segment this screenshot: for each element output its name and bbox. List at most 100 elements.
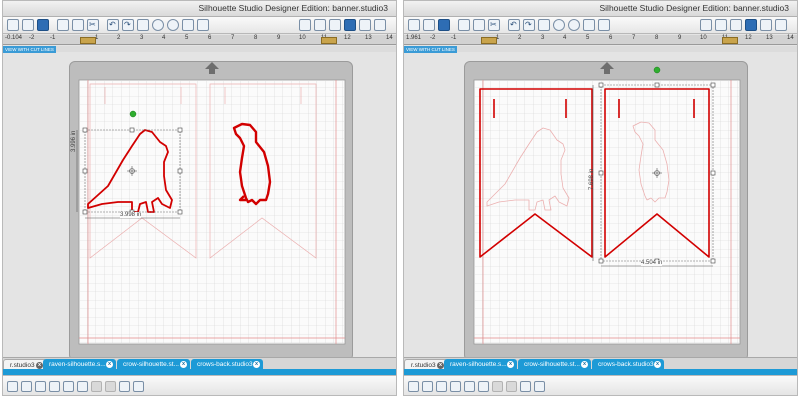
save-icon[interactable]: [438, 19, 450, 31]
close-icon[interactable]: x: [437, 362, 444, 369]
cutting-mat: 3.996 in 3.998 in: [69, 61, 353, 361]
line-color-icon[interactable]: [119, 381, 130, 392]
up-arrow-icon[interactable]: [205, 62, 219, 74]
ruler-label: 2: [518, 35, 522, 41]
ungroup-icon[interactable]: [21, 381, 32, 392]
screenshot-collage: Silhouette Studio Designer Edition: bann…: [0, 0, 800, 400]
pan-icon[interactable]: [538, 19, 550, 31]
ruler-label: 6: [609, 35, 613, 41]
zoom-select-icon[interactable]: [182, 19, 194, 31]
zoom-select-icon[interactable]: [583, 19, 595, 31]
ruler-margin-marker[interactable]: [80, 37, 96, 44]
copy-icon[interactable]: [458, 19, 470, 31]
horizontal-ruler: 1.961 -2 -1 1 2 3 4 5 6 7 8 9 10 11 12 1…: [404, 35, 797, 45]
save-icon[interactable]: [37, 19, 49, 31]
ruler-label: 7: [632, 35, 636, 41]
close-icon[interactable]: x: [581, 361, 588, 368]
ruler-margin-marker[interactable]: [722, 37, 738, 44]
design-canvas[interactable]: [70, 62, 354, 362]
paste-icon[interactable]: [72, 19, 84, 31]
group-icon[interactable]: [408, 381, 419, 392]
send-icon[interactable]: [775, 19, 787, 31]
fit-page-icon[interactable]: [598, 19, 610, 31]
close-icon[interactable]: x: [106, 361, 113, 368]
line-color-icon[interactable]: [520, 381, 531, 392]
close-icon[interactable]: x: [507, 361, 514, 368]
main-toolbar: ✂ ↶ ↷: [3, 17, 396, 34]
tab-label: r.studio3: [10, 362, 35, 369]
ruler-label: 14: [386, 35, 393, 41]
cut-settings-icon[interactable]: [133, 381, 144, 392]
main-toolbar: ✂ ↶ ↷: [404, 17, 797, 34]
ruler-margin-marker[interactable]: [481, 37, 497, 44]
delete-icon[interactable]: [49, 381, 60, 392]
page-setup-icon[interactable]: [730, 19, 742, 31]
redo-icon[interactable]: ↷: [122, 19, 134, 31]
horizontal-ruler: -0.104 -2 -1 1 2 3 4 5 6 7 8 9 10 11 12 …: [3, 35, 396, 45]
draw-shape-icon[interactable]: [745, 19, 757, 31]
undo-icon[interactable]: ↶: [107, 19, 119, 31]
close-icon[interactable]: x: [654, 361, 661, 368]
store-icon[interactable]: [700, 19, 712, 31]
view-cut-lines-label[interactable]: VIEW WITH CUT LINES: [3, 46, 56, 53]
ruler-label: 2: [117, 35, 121, 41]
store-icon[interactable]: [299, 19, 311, 31]
ruler-label: 14: [787, 35, 794, 41]
zoom-out-icon[interactable]: [568, 19, 580, 31]
fill-icon[interactable]: [506, 381, 517, 392]
zoom-out-icon[interactable]: [167, 19, 179, 31]
new-document-icon[interactable]: [408, 19, 420, 31]
duplicate-icon[interactable]: [436, 381, 447, 392]
height-readout: 7.698 in: [589, 168, 595, 190]
close-icon[interactable]: x: [180, 361, 187, 368]
ruler-margin-marker[interactable]: [321, 37, 337, 44]
design-canvas[interactable]: [465, 62, 749, 362]
trace-icon[interactable]: [492, 381, 503, 392]
ruler-label: 9: [277, 35, 281, 41]
open-icon[interactable]: [22, 19, 34, 31]
copy-icon[interactable]: [57, 19, 69, 31]
offset-icon[interactable]: [77, 381, 88, 392]
close-icon[interactable]: x: [253, 361, 260, 368]
zoom-in-icon[interactable]: [152, 19, 164, 31]
duplicate-icon[interactable]: [35, 381, 46, 392]
pan-icon[interactable]: [137, 19, 149, 31]
ruler-label: 1.961: [406, 35, 422, 41]
fit-page-icon[interactable]: [197, 19, 209, 31]
cut-settings-icon[interactable]: [359, 19, 371, 31]
cut-settings-icon[interactable]: [534, 381, 545, 392]
cut-icon[interactable]: ✂: [488, 19, 500, 31]
offset-icon[interactable]: [478, 381, 489, 392]
tab-label: raven-silhouette.s...: [49, 361, 106, 368]
tab-label: crow-silhouette.st...: [123, 361, 179, 368]
zoom-in-icon[interactable]: [553, 19, 565, 31]
width-readout: 3.998 in: [120, 212, 142, 218]
weld-icon[interactable]: [464, 381, 475, 392]
up-arrow-icon[interactable]: [600, 62, 614, 74]
send-icon[interactable]: [374, 19, 386, 31]
cutting-mat: 7.698 in 4.504 in: [464, 61, 748, 361]
view-cut-lines-label[interactable]: VIEW WITH CUT LINES: [404, 46, 457, 53]
undo-icon[interactable]: ↶: [508, 19, 520, 31]
new-document-icon[interactable]: [7, 19, 19, 31]
group-icon[interactable]: [7, 381, 18, 392]
close-icon[interactable]: x: [36, 362, 43, 369]
library-icon[interactable]: [314, 19, 326, 31]
tab-label: crows-back.studio3: [598, 361, 654, 368]
ungroup-icon[interactable]: [422, 381, 433, 392]
delete-icon[interactable]: [450, 381, 461, 392]
app-window-left: Silhouette Studio Designer Edition: bann…: [2, 0, 397, 396]
paste-icon[interactable]: [473, 19, 485, 31]
page-setup-icon[interactable]: [329, 19, 341, 31]
weld-icon[interactable]: [63, 381, 74, 392]
trace-icon[interactable]: [91, 381, 102, 392]
tab-label: r.studio3: [411, 362, 436, 369]
cut-icon[interactable]: ✂: [87, 19, 99, 31]
cut-settings-icon[interactable]: [760, 19, 772, 31]
redo-icon[interactable]: ↷: [523, 19, 535, 31]
open-icon[interactable]: [423, 19, 435, 31]
rotate-handle: [653, 66, 661, 74]
fill-icon[interactable]: [105, 381, 116, 392]
draw-shape-icon[interactable]: [344, 19, 356, 31]
library-icon[interactable]: [715, 19, 727, 31]
